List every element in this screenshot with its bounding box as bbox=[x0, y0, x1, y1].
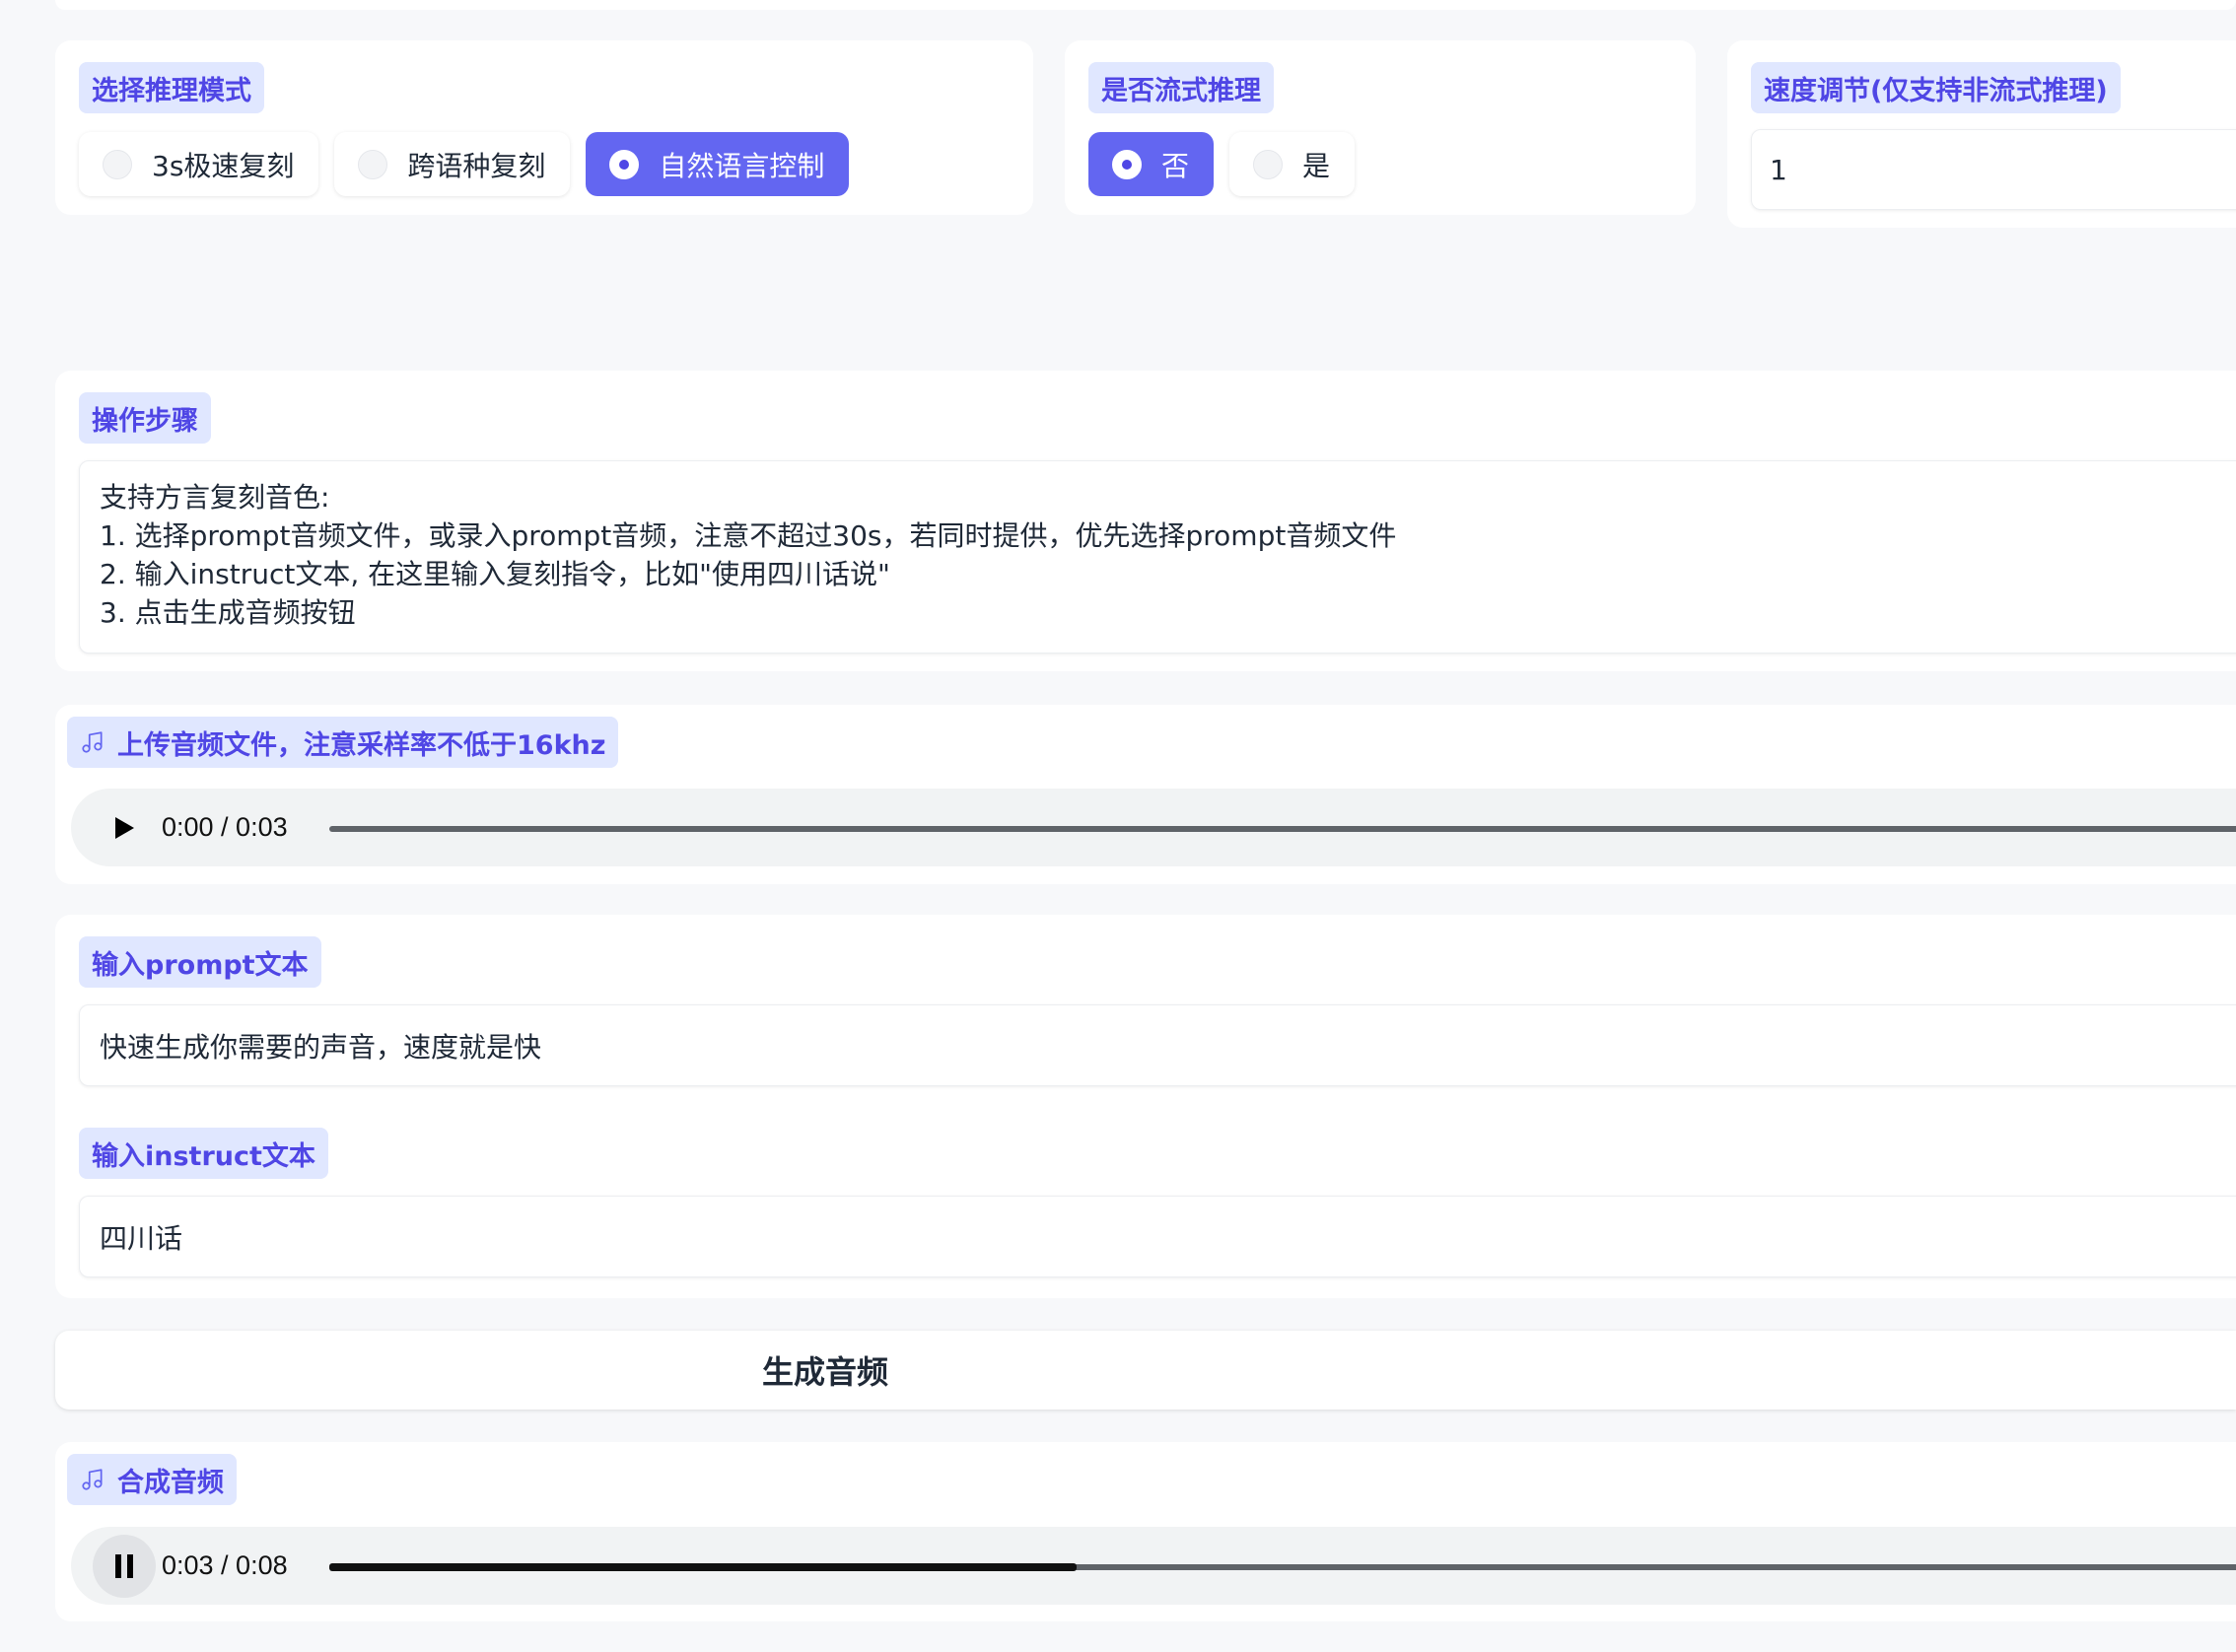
stream-panel: 是否流式推理 否 是 bbox=[1065, 40, 1696, 215]
mode-option-label: 跨语种复刻 bbox=[407, 149, 546, 182]
text-input-panel: 输入prompt文本 快速生成你需要的声音，速度就是快 输入instruct文本… bbox=[55, 915, 2236, 1298]
audio-progress-bar[interactable] bbox=[329, 826, 2236, 832]
radio-circle-icon[interactable] bbox=[1253, 149, 1284, 179]
stream-option-yes[interactable]: 是 bbox=[1229, 132, 1356, 196]
steps-panel: 操作步骤 支持方言复刻音色: 1. 选择prompt音频文件，或录入prompt… bbox=[55, 371, 2236, 671]
mode-option-instruct[interactable]: 自然语言控制 bbox=[586, 132, 850, 196]
stream-option-label: 否 bbox=[1161, 149, 1190, 182]
steps-label: 操作步骤 bbox=[79, 392, 211, 444]
speed-value: 1 bbox=[1770, 153, 1787, 186]
stream-label: 是否流式推理 bbox=[1088, 62, 1274, 113]
upload-audio-panel: 上传音频文件，注意采样率不低于16khz 0:00 / 0:03 bbox=[55, 705, 2236, 884]
steps-line: 2. 输入instruct文本, 在这里输入复刻指令，比如"使用四川话说" bbox=[100, 558, 890, 590]
audio-progress-fill bbox=[329, 1563, 1078, 1571]
speed-panel: 速度调节(仅支持非流式推理) 1 bbox=[1727, 40, 2236, 228]
mode-radio-group: 3s极速复刻 跨语种复刻 自然语言控制 bbox=[79, 132, 850, 196]
music-note-icon bbox=[82, 731, 103, 753]
mode-panel: 选择推理模式 3s极速复刻 跨语种复刻 自然语言控制 bbox=[55, 40, 1033, 215]
output-audio-label: 合成音频 bbox=[67, 1454, 237, 1505]
play-button[interactable] bbox=[93, 796, 156, 860]
radio-selected-icon[interactable] bbox=[609, 149, 640, 179]
speed-label: 速度调节(仅支持非流式推理) bbox=[1751, 62, 2121, 113]
upload-audio-label: 上传音频文件，注意采样率不低于16khz bbox=[67, 717, 619, 768]
radio-circle-icon[interactable] bbox=[358, 149, 388, 179]
stream-radio-group: 否 是 bbox=[1088, 132, 1356, 196]
play-icon bbox=[115, 816, 134, 839]
radio-circle-icon[interactable] bbox=[103, 149, 132, 179]
generate-audio-button[interactable]: 生成音频 bbox=[55, 1331, 2236, 1410]
stream-option-no[interactable]: 否 bbox=[1088, 132, 1215, 196]
audio-time: 0:03 / 0:08 bbox=[162, 1550, 288, 1580]
mode-option-label: 自然语言控制 bbox=[659, 149, 825, 182]
prompt-text-value: 快速生成你需要的声音，速度就是快 bbox=[100, 1030, 542, 1064]
instruct-text-input[interactable]: 四川话 bbox=[79, 1196, 2236, 1277]
radio-selected-icon[interactable] bbox=[1112, 149, 1142, 179]
top-panel-edge bbox=[55, 0, 2236, 10]
audio-progress-bar[interactable] bbox=[329, 1563, 2236, 1571]
mode-option-cross-lingual[interactable]: 跨语种复刻 bbox=[334, 132, 571, 196]
upload-audio-player: 0:00 / 0:03 bbox=[71, 789, 2236, 866]
steps-line: 支持方言复刻音色: bbox=[100, 481, 330, 514]
stream-option-label: 是 bbox=[1302, 149, 1331, 182]
prompt-text-input[interactable]: 快速生成你需要的声音，速度就是快 bbox=[79, 1004, 2236, 1086]
steps-line: 1. 选择prompt音频文件，或录入prompt音频，注意不超过30s，若同时… bbox=[100, 519, 1397, 552]
output-audio-panel: 合成音频 0:03 / 0:08 bbox=[55, 1442, 2236, 1621]
instruct-text-value: 四川话 bbox=[100, 1221, 183, 1255]
audio-time: 0:00 / 0:03 bbox=[162, 812, 288, 842]
steps-line: 3. 点击生成音频按钮 bbox=[100, 596, 356, 629]
mode-label: 选择推理模式 bbox=[79, 62, 264, 113]
pause-button[interactable] bbox=[93, 1534, 156, 1598]
music-note-icon bbox=[82, 1469, 103, 1490]
mode-option-3s[interactable]: 3s极速复刻 bbox=[79, 132, 319, 196]
steps-textarea[interactable]: 支持方言复刻音色: 1. 选择prompt音频文件，或录入prompt音频，注意… bbox=[79, 460, 2236, 654]
prompt-text-label: 输入prompt文本 bbox=[79, 936, 321, 988]
generate-audio-label: 生成音频 bbox=[761, 1353, 888, 1391]
output-audio-player: 0:03 / 0:08 bbox=[71, 1527, 2236, 1605]
speed-input[interactable]: 1 bbox=[1751, 129, 2236, 210]
pause-icon bbox=[115, 1553, 133, 1578]
instruct-text-label: 输入instruct文本 bbox=[79, 1128, 328, 1179]
mode-option-label: 3s极速复刻 bbox=[152, 149, 295, 182]
